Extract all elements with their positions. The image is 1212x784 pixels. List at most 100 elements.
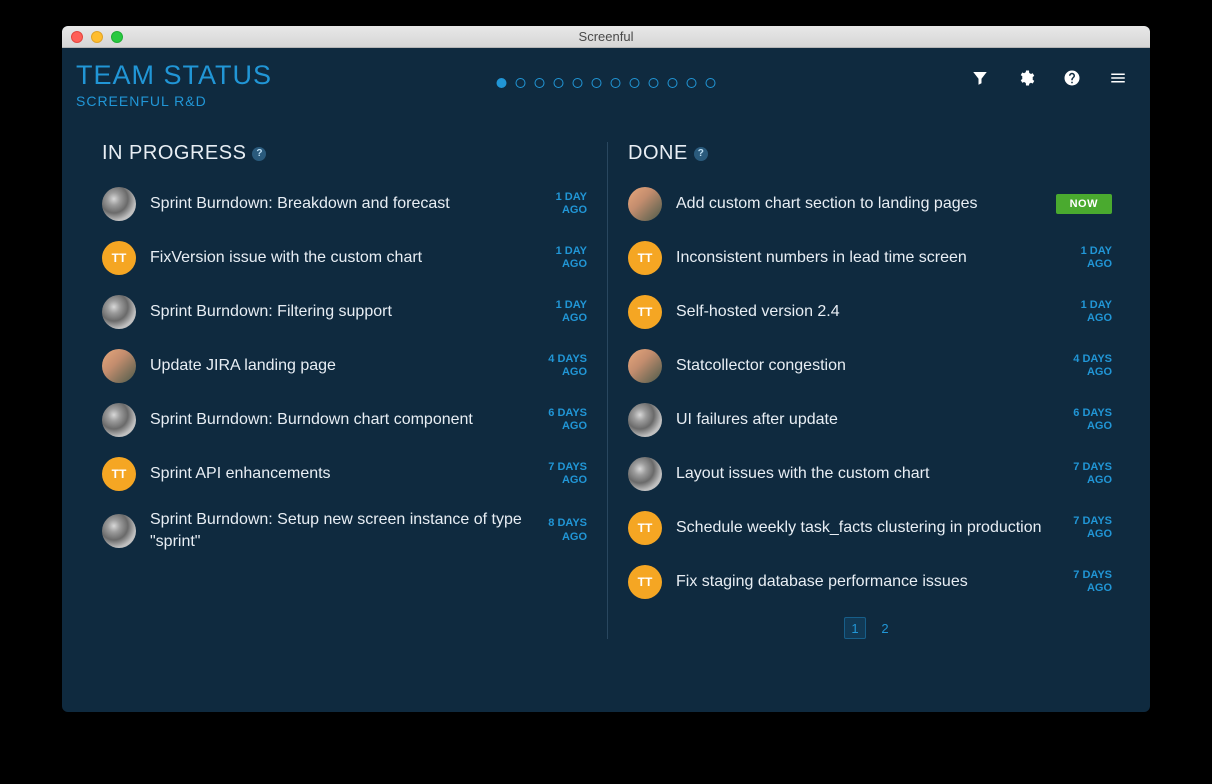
time-ago: 1 DAYAGO bbox=[1062, 245, 1112, 271]
filter-icon[interactable] bbox=[970, 68, 990, 88]
avatar[interactable] bbox=[628, 457, 662, 491]
app-window: Screenful TEAM STATUS SCREENFUL R&D bbox=[62, 26, 1150, 712]
item-title[interactable]: Sprint Burndown: Burndown chart componen… bbox=[150, 409, 523, 431]
avatar[interactable] bbox=[628, 187, 662, 221]
help-circle-icon[interactable]: ? bbox=[252, 147, 266, 161]
item-title[interactable]: FixVersion issue with the custom chart bbox=[150, 247, 523, 269]
item-title[interactable]: Sprint Burndown: Setup new screen instan… bbox=[150, 509, 523, 552]
col-in-progress: IN PROGRESS ? Sprint Burndown: Breakdown… bbox=[102, 142, 607, 639]
list-item: UI failures after update 6 DAYSAGO bbox=[628, 401, 1112, 439]
time-ago: 7 DAYSAGO bbox=[1062, 515, 1112, 541]
avatar[interactable] bbox=[628, 349, 662, 383]
pager-dot[interactable] bbox=[516, 78, 526, 88]
window-title: Screenful bbox=[62, 29, 1150, 44]
item-title[interactable]: Layout issues with the custom chart bbox=[676, 463, 1048, 485]
pager-dot[interactable] bbox=[592, 78, 602, 88]
list-item: TT FixVersion issue with the custom chart… bbox=[102, 239, 587, 277]
item-title[interactable]: UI failures after update bbox=[676, 409, 1048, 431]
pager-dot[interactable] bbox=[630, 78, 640, 88]
time-ago: 6 DAYSAGO bbox=[1062, 407, 1112, 433]
avatar[interactable]: TT bbox=[628, 241, 662, 275]
avatar[interactable] bbox=[102, 295, 136, 329]
time-ago: 6 DAYSAGO bbox=[537, 407, 587, 433]
avatar[interactable] bbox=[102, 187, 136, 221]
time-ago: 7 DAYSAGO bbox=[537, 461, 587, 487]
col-title-done: DONE bbox=[628, 142, 688, 165]
pager-dot[interactable] bbox=[687, 78, 697, 88]
time-ago: 4 DAYSAGO bbox=[1062, 353, 1112, 379]
avatar[interactable] bbox=[102, 514, 136, 548]
list-done: Add custom chart section to landing page… bbox=[628, 185, 1112, 601]
avatar[interactable]: TT bbox=[102, 241, 136, 275]
time-ago: 7 DAYSAGO bbox=[1062, 461, 1112, 487]
page-button[interactable]: 2 bbox=[874, 617, 896, 639]
col-done: DONE ? Add custom chart section to landi… bbox=[607, 142, 1112, 639]
item-title[interactable]: Add custom chart section to landing page… bbox=[676, 193, 1042, 215]
avatar[interactable]: TT bbox=[628, 295, 662, 329]
item-title[interactable]: Statcollector congestion bbox=[676, 355, 1048, 377]
list-item: Sprint Burndown: Filtering support 1 DAYA… bbox=[102, 293, 587, 331]
help-circle-icon[interactable]: ? bbox=[694, 147, 708, 161]
menu-icon[interactable] bbox=[1108, 68, 1128, 88]
avatar[interactable] bbox=[628, 403, 662, 437]
time-ago: 1 DAYAGO bbox=[537, 191, 587, 217]
time-ago: 1 DAYAGO bbox=[537, 245, 587, 271]
page-button[interactable]: 1 bbox=[844, 617, 866, 639]
gear-icon[interactable] bbox=[1016, 68, 1036, 88]
list-item: TT Fix staging database performance issue… bbox=[628, 563, 1112, 601]
pager-dot[interactable] bbox=[497, 78, 507, 88]
item-title[interactable]: Fix staging database performance issues bbox=[676, 571, 1048, 593]
col-title-in-progress: IN PROGRESS bbox=[102, 142, 246, 165]
page-title: TEAM STATUS bbox=[76, 60, 272, 91]
avatar[interactable]: TT bbox=[628, 511, 662, 545]
pager-dot[interactable] bbox=[554, 78, 564, 88]
pager-dot[interactable] bbox=[611, 78, 621, 88]
header: TEAM STATUS SCREENFUL R&D bbox=[62, 48, 1150, 120]
item-title[interactable]: Schedule weekly task_facts clustering in… bbox=[676, 517, 1048, 539]
help-icon[interactable] bbox=[1062, 68, 1082, 88]
item-title[interactable]: Self-hosted version 2.4 bbox=[676, 301, 1048, 323]
list-item: Add custom chart section to landing page… bbox=[628, 185, 1112, 223]
list-item: TT Self-hosted version 2.4 1 DAYAGO bbox=[628, 293, 1112, 331]
pager-dot[interactable] bbox=[573, 78, 583, 88]
list-item: Statcollector congestion 4 DAYSAGO bbox=[628, 347, 1112, 385]
list-item: TT Sprint API enhancements 7 DAYSAGO bbox=[102, 455, 587, 493]
item-title[interactable]: Sprint API enhancements bbox=[150, 463, 523, 485]
list-in-progress: Sprint Burndown: Breakdown and forecast 1… bbox=[102, 185, 587, 552]
item-title[interactable]: Update JIRA landing page bbox=[150, 355, 523, 377]
list-item: Sprint Burndown: Burndown chart componen… bbox=[102, 401, 587, 439]
header-actions bbox=[970, 60, 1128, 88]
done-pagination: 12 bbox=[628, 617, 1112, 639]
time-ago: 1 DAYAGO bbox=[537, 299, 587, 325]
pager-dot[interactable] bbox=[706, 78, 716, 88]
columns: IN PROGRESS ? Sprint Burndown: Breakdown… bbox=[62, 120, 1150, 639]
mac-titlebar: Screenful bbox=[62, 26, 1150, 48]
pager-dot[interactable] bbox=[535, 78, 545, 88]
list-item: Sprint Burndown: Setup new screen instan… bbox=[102, 509, 587, 552]
list-item: TT Inconsistent numbers in lead time scre… bbox=[628, 239, 1112, 277]
item-title[interactable]: Inconsistent numbers in lead time screen bbox=[676, 247, 1048, 269]
slide-pager bbox=[497, 78, 716, 88]
list-item: Layout issues with the custom chart 7 DAY… bbox=[628, 455, 1112, 493]
time-ago: 1 DAYAGO bbox=[1062, 299, 1112, 325]
avatar[interactable] bbox=[102, 403, 136, 437]
now-badge: NOW bbox=[1056, 194, 1112, 214]
list-item: Update JIRA landing page 4 DAYSAGO bbox=[102, 347, 587, 385]
pager-dot[interactable] bbox=[649, 78, 659, 88]
title-block: TEAM STATUS SCREENFUL R&D bbox=[76, 60, 272, 109]
col-head-done: DONE ? bbox=[628, 142, 1112, 165]
page-subtitle: SCREENFUL R&D bbox=[76, 93, 272, 109]
avatar[interactable] bbox=[102, 349, 136, 383]
time-ago: 8 DAYSAGO bbox=[537, 517, 587, 543]
list-item: TT Schedule weekly task_facts clustering … bbox=[628, 509, 1112, 547]
item-title[interactable]: Sprint Burndown: Filtering support bbox=[150, 301, 523, 323]
list-item: Sprint Burndown: Breakdown and forecast 1… bbox=[102, 185, 587, 223]
item-title[interactable]: Sprint Burndown: Breakdown and forecast bbox=[150, 193, 523, 215]
time-ago: 7 DAYSAGO bbox=[1062, 569, 1112, 595]
app-body: TEAM STATUS SCREENFUL R&D bbox=[62, 48, 1150, 712]
col-head-in-progress: IN PROGRESS ? bbox=[102, 142, 587, 165]
avatar[interactable]: TT bbox=[102, 457, 136, 491]
avatar[interactable]: TT bbox=[628, 565, 662, 599]
time-ago: 4 DAYSAGO bbox=[537, 353, 587, 379]
pager-dot[interactable] bbox=[668, 78, 678, 88]
